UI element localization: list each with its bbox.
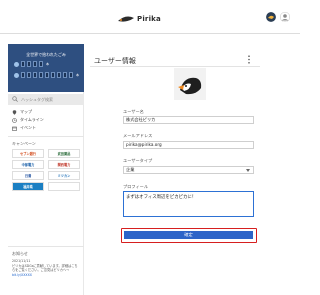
top-bar: Pirika: [0, 0, 300, 33]
news-item: 2021/11/11 ピリカはSDGsに貢献しています。詳細はこちらをご覧くださ…: [12, 259, 80, 277]
brand-name: Pirika: [137, 15, 161, 23]
timeline-icon: [12, 117, 17, 123]
counter-icon: [14, 61, 19, 67]
user-type-select[interactable]: 企業: [123, 166, 254, 174]
counter-unit: 本: [76, 73, 80, 77]
profile-textarea[interactable]: まずはオフィス周辺をピカピカに！: [123, 191, 254, 217]
user-type-label: ユーザータイプ: [123, 158, 153, 163]
counter-digit: [63, 72, 67, 78]
sidebar-item-event[interactable]: イベント: [12, 125, 36, 131]
counter-digit: [27, 61, 31, 67]
counter-digit: [51, 72, 55, 78]
sponsor-logo[interactable]: 中部電力: [12, 160, 44, 169]
sponsor-logo[interactable]: 日清: [12, 171, 44, 180]
username-field[interactable]: 株式会社ピリカ: [123, 116, 254, 124]
username-label: ユーザー名: [123, 109, 144, 114]
counter-digit: [45, 72, 49, 78]
sidebar: 全世界で拾われたごみ 本 本 ハッシュタグ検索 マップ タイムライン イベント …: [8, 44, 84, 295]
email-field[interactable]: pirika@pirika.org: [123, 141, 254, 149]
sidebar-divider: [8, 246, 84, 247]
top-divider: [0, 33, 300, 34]
counter-digit: [21, 72, 25, 78]
counter-digit: [21, 61, 25, 67]
sponsor-logo[interactable]: 武田薬品: [48, 149, 80, 158]
search-icon: [12, 96, 18, 102]
counter-icon: [14, 72, 19, 78]
profile-avatar[interactable]: [174, 68, 206, 100]
chevron-down-icon: [246, 169, 250, 172]
counter-digit: [39, 61, 43, 67]
more-options-icon[interactable]: [247, 55, 251, 64]
notification-icon[interactable]: [266, 12, 276, 22]
sponsor-logo[interactable]: [48, 182, 80, 191]
counter-digit: [57, 72, 61, 78]
counter-row-total: 本: [14, 72, 79, 78]
hashtag-search[interactable]: ハッシュタグ検索: [8, 94, 84, 105]
counter-unit: 本: [46, 62, 50, 66]
page-title: ユーザー情報: [94, 57, 136, 65]
campaign-heading: キャンペーン: [12, 141, 36, 146]
sidebar-item-label: マップ: [20, 109, 32, 114]
map-pin-icon: [12, 109, 17, 115]
sponsor-logo[interactable]: 関西電力: [48, 160, 80, 169]
sidebar-item-label: イベント: [20, 125, 36, 130]
news-body: ピリカはSDGsに貢献しています。詳細はこちらをご覧ください。ご意見はピリカへ→: [12, 263, 78, 273]
counter-row-today: 本: [14, 61, 49, 67]
news-heading: お知らせ: [12, 251, 28, 256]
counter-digit: [27, 72, 31, 78]
sponsor-logo[interactable]: セブン銀行: [12, 149, 44, 158]
counter-digit: [33, 72, 37, 78]
email-label: メールアドレス: [123, 133, 153, 138]
profile-label: プロフィール: [123, 184, 149, 189]
search-placeholder: ハッシュタグ検索: [21, 97, 53, 102]
brand[interactable]: Pirika: [117, 13, 161, 25]
sponsor-logo[interactable]: 福井県: [12, 182, 44, 191]
sidebar-divider: [8, 136, 84, 137]
avatar-icon[interactable]: [280, 12, 290, 22]
sponsor-logo[interactable]: ミツカン: [48, 171, 80, 180]
counter-digit: [39, 72, 43, 78]
trash-counter: 全世界で拾われたごみ 本 本: [8, 44, 84, 92]
sidebar-item-map[interactable]: マップ: [12, 109, 32, 115]
sidebar-item-label: タイムライン: [20, 117, 44, 122]
top-icons: [266, 12, 290, 22]
confirm-button[interactable]: 確定: [124, 231, 253, 239]
counter-digit: [33, 61, 37, 67]
event-icon: [12, 126, 17, 131]
counter-digit: [69, 72, 73, 78]
sidebar-item-timeline[interactable]: タイムライン: [12, 117, 44, 123]
confirm-highlight: 確定: [121, 228, 257, 243]
pirika-logo-icon: [118, 16, 134, 22]
counter-title: 全世界で拾われたごみ: [26, 52, 66, 57]
title-divider: [90, 66, 260, 67]
user-type-value: 企業: [126, 167, 135, 172]
news-link[interactable]: bit.ly/XXXXX: [12, 273, 32, 277]
